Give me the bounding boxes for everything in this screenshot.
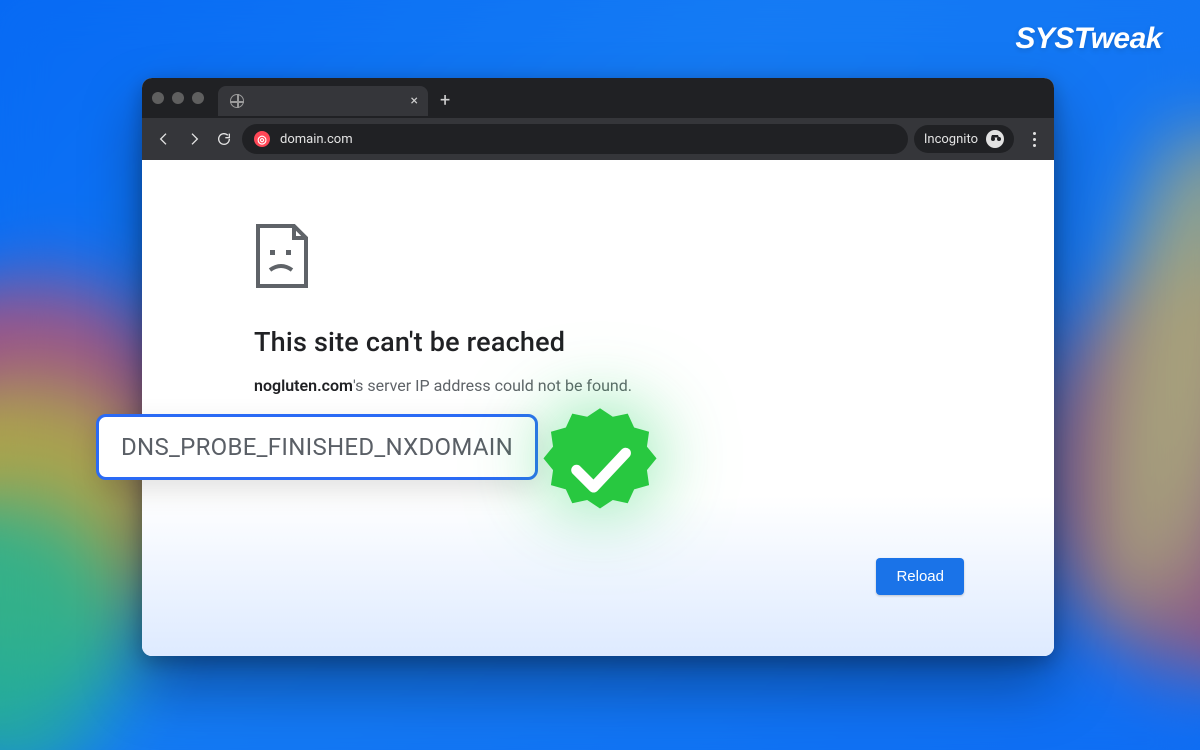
incognito-badge[interactable]: Incognito <box>914 125 1014 153</box>
site-favicon-icon: ◎ <box>254 131 270 147</box>
error-code-callout: DNS_PROBE_FINISHED_NXDOMAIN <box>96 414 538 480</box>
forward-button[interactable] <box>182 127 206 151</box>
arrow-right-icon <box>186 131 202 147</box>
incognito-label: Incognito <box>924 132 978 147</box>
error-subtitle: nogluten.com's server IP address could n… <box>254 376 854 395</box>
toolbar: ◎ domain.com Incognito <box>142 118 1054 160</box>
close-tab-icon[interactable]: × <box>411 94 418 108</box>
brand-logo: SYSTweak <box>1015 22 1162 56</box>
traffic-close-icon[interactable] <box>152 92 164 104</box>
tab-strip: × + <box>142 78 1054 118</box>
sad-page-icon <box>254 224 854 292</box>
dot-icon <box>1033 144 1036 147</box>
dot-icon <box>1033 138 1036 141</box>
brand-text: SYSTweak <box>1015 22 1162 55</box>
toolbar-right: Incognito <box>914 125 1044 153</box>
error-content: This site can't be reached nogluten.com'… <box>254 224 854 395</box>
reload-button-label: Reload <box>896 568 944 585</box>
reload-button[interactable]: Reload <box>876 558 964 595</box>
new-tab-button[interactable]: + <box>428 90 462 111</box>
verified-badge <box>530 398 670 538</box>
error-code-text: DNS_PROBE_FINISHED_NXDOMAIN <box>121 433 513 461</box>
verified-seal-icon <box>536 404 664 532</box>
error-domain: nogluten.com <box>254 376 353 395</box>
back-button[interactable] <box>152 127 176 151</box>
error-title: This site can't be reached <box>254 326 854 358</box>
traffic-minimize-icon[interactable] <box>172 92 184 104</box>
arrow-left-icon <box>156 131 172 147</box>
address-text: domain.com <box>280 132 353 147</box>
error-subtitle-rest: 's server IP address could not be found. <box>353 376 632 395</box>
dot-icon <box>1033 132 1036 135</box>
incognito-icon <box>986 130 1004 148</box>
browser-tab[interactable]: × <box>218 86 428 116</box>
menu-button[interactable] <box>1024 132 1044 147</box>
reload-icon <box>216 131 232 147</box>
traffic-zoom-icon[interactable] <box>192 92 204 104</box>
window-controls <box>152 92 218 104</box>
address-bar[interactable]: ◎ domain.com <box>242 124 908 154</box>
reload-toolbar-button[interactable] <box>212 127 236 151</box>
globe-icon <box>230 94 244 108</box>
browser-window: × + ◎ domain.com Incognito <box>142 78 1054 656</box>
